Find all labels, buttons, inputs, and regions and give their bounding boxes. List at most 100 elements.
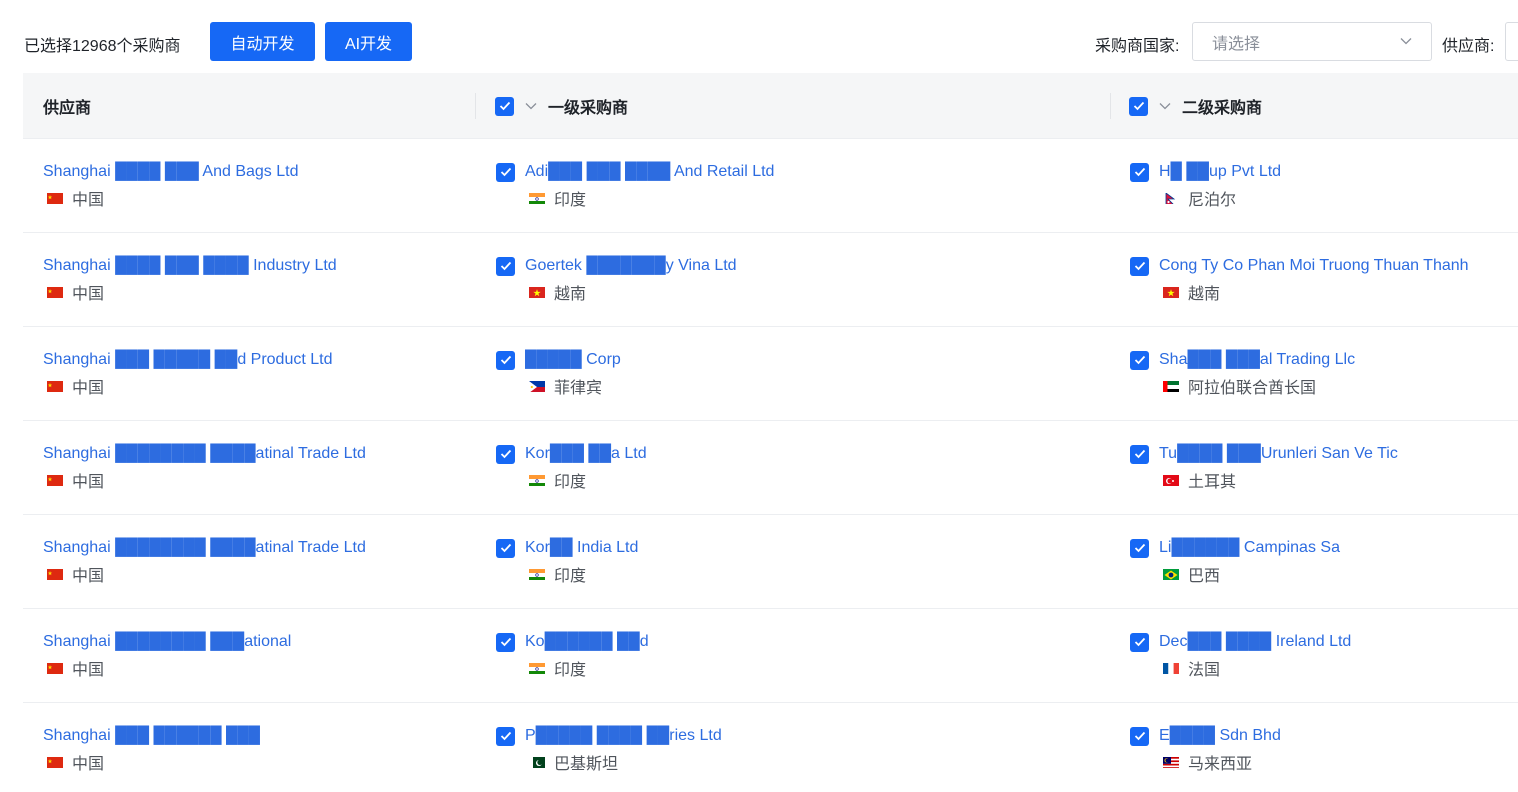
select-all-level2-checkbox[interactable] (1129, 96, 1148, 116)
chevron-down-icon[interactable] (524, 99, 538, 113)
cn-flag-icon (47, 474, 63, 486)
level1-country: 印度 (554, 474, 587, 491)
br-flag-icon (1163, 568, 1179, 580)
row-checkbox[interactable] (496, 538, 515, 558)
level2-country: 尼泊尔 (1188, 192, 1237, 209)
supplier-country: 中国 (72, 192, 105, 209)
supplier-name-link[interactable]: Shanghai ████ ███ And Bags Ltd (43, 163, 299, 181)
supplier-country: 中国 (72, 380, 105, 397)
row-checkbox[interactable] (496, 726, 515, 746)
row-checkbox[interactable] (1130, 538, 1149, 558)
supplier-country: 中国 (72, 662, 105, 679)
level1-name-link[interactable]: █████ Corp (525, 351, 621, 369)
supplier-cell: Shanghai ████████ ████atinal Trade Ltd 中… (43, 538, 366, 585)
table-row: Shanghai ███ █████ ██d Product Ltd 中国 ██… (23, 327, 1518, 421)
row-checkbox[interactable] (1130, 162, 1149, 182)
level2-cell: Dec███ ████ Ireland Ltd 法国 (1130, 632, 1351, 679)
level1-name-link[interactable]: Goertek ███████y Vina Ltd (525, 257, 737, 275)
supplier-name-link[interactable]: Shanghai ███ █████ ██d Product Ltd (43, 351, 332, 369)
header-level1: 一级采购商 (495, 73, 628, 139)
row-checkbox[interactable] (1130, 726, 1149, 746)
level1-cell: Ko██████ ██d 印度 (496, 632, 649, 679)
supplier-country: 中国 (72, 756, 105, 773)
level2-name-link[interactable]: Cong Ty Co Phan Moi Truong Thuan Thanh (1159, 257, 1469, 275)
level1-name-link[interactable]: Kor███ ██a Ltd (525, 445, 647, 463)
row-checkbox[interactable] (496, 256, 515, 276)
table-body: Shanghai ████ ███ And Bags Ltd 中国 Adi███… (23, 139, 1518, 792)
supplier-cell: Shanghai ████ ███ ████ Industry Ltd 中国 (43, 256, 337, 303)
table-row: Shanghai ████████ ████atinal Trade Ltd 中… (23, 421, 1518, 515)
level1-cell: P█████ ████ ██ries Ltd 巴基斯坦 (496, 726, 722, 773)
header-level2: 二级采购商 (1129, 73, 1262, 139)
supplier-cell: Shanghai ████████ ████atinal Trade Ltd 中… (43, 444, 366, 491)
row-checkbox[interactable] (496, 444, 515, 464)
level1-name-link[interactable]: P█████ ████ ██ries Ltd (525, 727, 722, 745)
checkmark-icon (500, 355, 511, 365)
level2-cell: Tu████ ███Urunleri San Ve Tic 土耳其 (1130, 444, 1398, 491)
in-flag-icon (529, 474, 545, 486)
level1-cell: Goertek ███████y Vina Ltd 越南 (496, 256, 737, 303)
cn-flag-icon (47, 286, 63, 298)
level2-name-link[interactable]: H█ ██up Pvt Ltd (1159, 163, 1281, 181)
level1-name-link[interactable]: Adi███ ███ ████ And Retail Ltd (525, 163, 774, 181)
ae-flag-icon (1163, 380, 1179, 392)
supplier-name-link[interactable]: Shanghai ████ ███ ████ Industry Ltd (43, 257, 337, 275)
checkmark-icon (1133, 101, 1144, 111)
supplier-name-link[interactable]: Shanghai ████████ ████atinal Trade Ltd (43, 539, 366, 557)
checkmark-icon (1134, 449, 1145, 459)
level1-cell: Kor███ ██a Ltd 印度 (496, 444, 647, 491)
country-filter-placeholder: 请选择 (1212, 35, 1261, 53)
supplier-filter-select[interactable] (1505, 22, 1518, 61)
row-checkbox[interactable] (496, 350, 515, 370)
select-all-level1-checkbox[interactable] (495, 96, 514, 116)
checkmark-icon (1134, 543, 1145, 553)
level1-name-link[interactable]: Kor██ India Ltd (525, 539, 638, 557)
level2-name-link[interactable]: Dec███ ████ Ireland Ltd (1159, 633, 1351, 651)
level2-country: 土耳其 (1188, 474, 1237, 491)
ph-flag-icon (529, 380, 545, 392)
row-checkbox[interactable] (496, 632, 515, 652)
auto-develop-button[interactable]: 自动开发 (210, 22, 315, 61)
row-checkbox[interactable] (1130, 350, 1149, 370)
level1-country: 印度 (554, 568, 587, 585)
level2-country: 越南 (1188, 286, 1221, 303)
row-checkbox[interactable] (496, 162, 515, 182)
country-filter-select[interactable]: 请选择 (1192, 22, 1432, 61)
supplier-country: 中国 (72, 286, 105, 303)
level2-name-link[interactable]: Li██████ Campinas Sa (1159, 539, 1340, 557)
checkmark-icon (1134, 261, 1145, 271)
level2-cell: E████ Sdn Bhd 马来西亚 (1130, 726, 1281, 773)
in-flag-icon (529, 662, 545, 674)
table-row: Shanghai ████ ███ And Bags Ltd 中国 Adi███… (23, 139, 1518, 233)
checkmark-icon (500, 543, 511, 553)
level1-cell: Kor██ India Ltd 印度 (496, 538, 638, 585)
supplier-name-link[interactable]: Shanghai ████████ ████atinal Trade Ltd (43, 445, 366, 463)
chevron-down-icon[interactable] (1158, 99, 1172, 113)
tr-flag-icon (1163, 474, 1179, 486)
supplier-name-link[interactable]: Shanghai ████████ ███ational (43, 633, 291, 651)
header-level1-label: 一级采购商 (548, 100, 629, 117)
row-checkbox[interactable] (1130, 444, 1149, 464)
level2-name-link[interactable]: Sha███ ███al Trading Llc (1159, 351, 1355, 369)
supplier-country: 中国 (72, 474, 105, 491)
row-checkbox[interactable] (1130, 256, 1149, 276)
table-row: Shanghai ███ ██████ ███ 中国 P█████ ████ █… (23, 703, 1518, 792)
row-checkbox[interactable] (1130, 632, 1149, 652)
supplier-name-link[interactable]: Shanghai ███ ██████ ███ (43, 727, 260, 745)
fr-flag-icon (1163, 662, 1179, 674)
supplier-cell: Shanghai ███ █████ ██d Product Ltd 中国 (43, 350, 332, 397)
level2-name-link[interactable]: Tu████ ███Urunleri San Ve Tic (1159, 445, 1398, 463)
level2-country: 法国 (1188, 662, 1221, 679)
checkmark-icon (1134, 167, 1145, 177)
checkmark-icon (1134, 731, 1145, 741)
vn-flag-icon (1163, 286, 1179, 298)
level2-cell: Sha███ ███al Trading Llc 阿拉伯联合酋长国 (1130, 350, 1355, 397)
checkmark-icon (500, 449, 511, 459)
supplier-cell: Shanghai ████████ ███ational 中国 (43, 632, 291, 679)
column-divider (475, 93, 476, 119)
level2-name-link[interactable]: E████ Sdn Bhd (1159, 727, 1281, 745)
level1-name-link[interactable]: Ko██████ ██d (525, 633, 649, 651)
level2-cell: Li██████ Campinas Sa 巴西 (1130, 538, 1340, 585)
ai-develop-button[interactable]: AI开发 (325, 22, 412, 61)
pk-flag-icon (529, 756, 545, 768)
